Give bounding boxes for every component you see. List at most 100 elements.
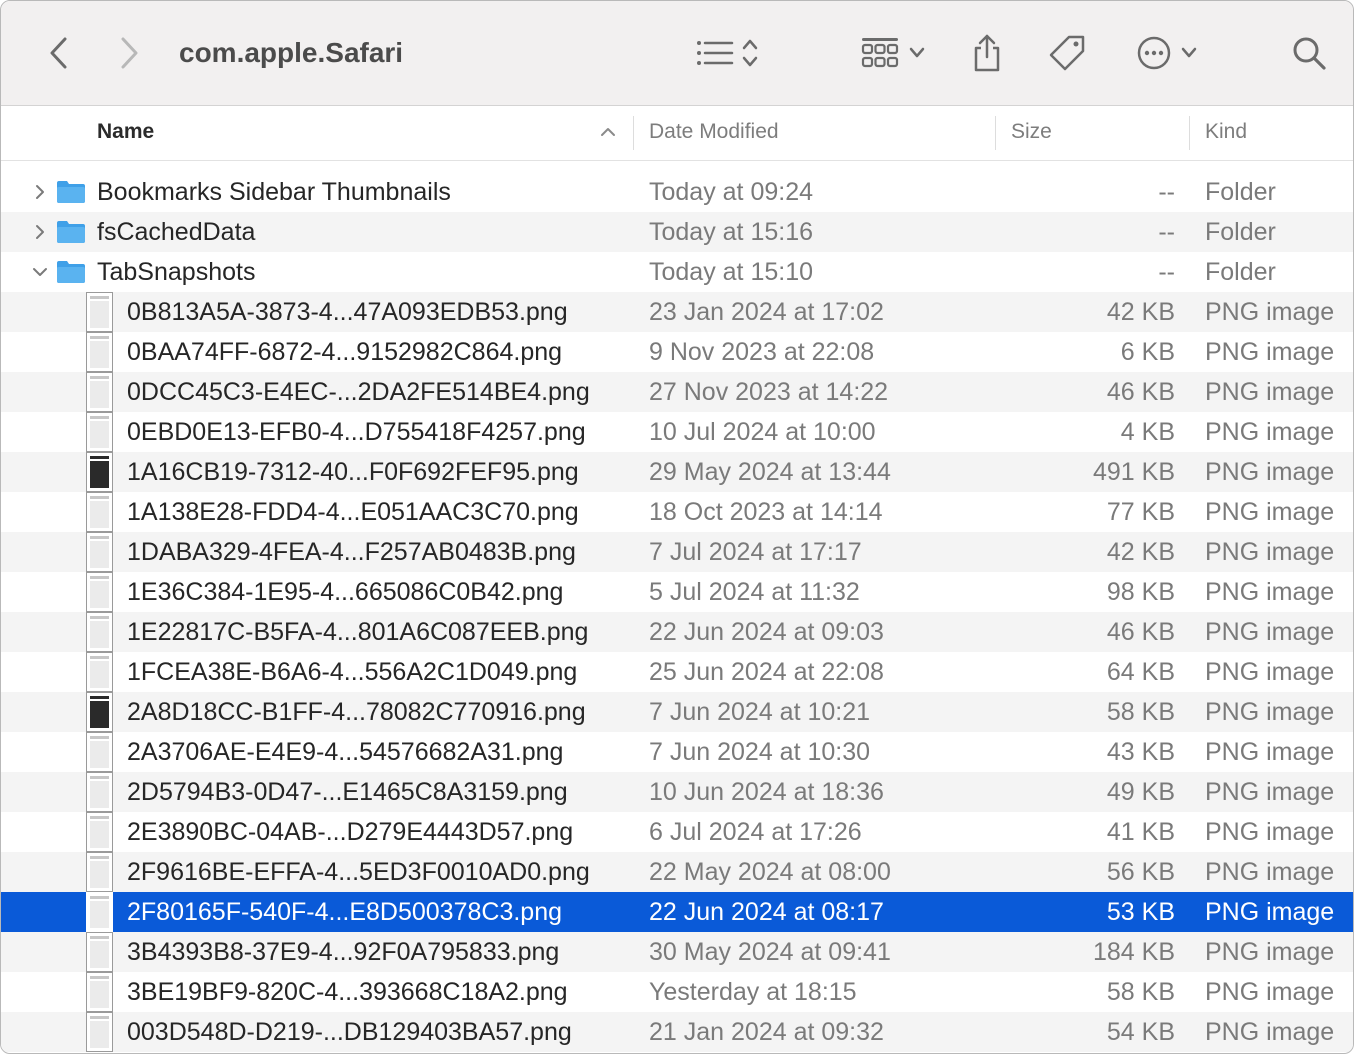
thumbnail-content xyxy=(90,941,109,968)
png-file-icon xyxy=(86,812,113,852)
png-file-icon xyxy=(86,532,113,572)
file-row[interactable]: 1A16CB19-7312-40...F0F692FEF95.png 29 May… xyxy=(1,452,1353,492)
file-row[interactable]: 2F80165F-540F-4...E8D500378C3.png 22 Jun … xyxy=(1,892,1353,932)
file-size: 98 KB xyxy=(1106,578,1175,606)
file-row[interactable]: 1DABA329-4FEA-4...F257AB0483B.png 7 Jul 2… xyxy=(1,532,1353,572)
file-name: 0EBD0E13-EFB0-4...D755418F4257.png xyxy=(127,418,586,446)
file-row[interactable]: 1E36C384-1E95-4...665086C0B42.png 5 Jul 2… xyxy=(1,572,1353,612)
png-file-icon xyxy=(86,612,113,652)
file-kind: PNG image xyxy=(1205,738,1335,766)
date-modified: Yesterday at 18:15 xyxy=(649,978,857,1006)
tag-button[interactable] xyxy=(1043,27,1091,79)
file-row[interactable]: 0B813A5A-3873-4...47A093EDB53.png 23 Jan … xyxy=(1,292,1353,332)
disclosure-collapsed-icon[interactable] xyxy=(30,212,50,252)
file-kind: PNG image xyxy=(1205,538,1335,566)
file-row[interactable]: 0EBD0E13-EFB0-4...D755418F4257.png 10 Jul… xyxy=(1,412,1353,452)
more-actions-button[interactable] xyxy=(1129,27,1205,79)
file-row[interactable]: 3B4393B8-37E9-4...92F0A795833.png 30 May … xyxy=(1,932,1353,972)
column-divider[interactable] xyxy=(1189,116,1190,150)
folder-row[interactable]: fsCachedData Today at 15:16 -- Folder xyxy=(1,212,1353,252)
thumbnail-toolbar xyxy=(90,656,109,659)
column-header-kind[interactable]: Kind xyxy=(1205,106,1247,160)
file-row[interactable]: 1A138E28-FDD4-4...E051AAC3C70.png 18 Oct … xyxy=(1,492,1353,532)
file-name: 2F9616BE-EFFA-4...5ED3F0010AD0.png xyxy=(127,858,590,886)
png-file-icon xyxy=(86,292,113,332)
date-modified: 22 Jun 2024 at 09:03 xyxy=(649,618,884,646)
png-file-icon xyxy=(86,892,113,932)
folder-row[interactable]: Bookmarks Sidebar Thumbnails Today at 09:… xyxy=(1,172,1353,212)
share-button[interactable] xyxy=(965,27,1009,79)
file-kind: PNG image xyxy=(1205,978,1335,1006)
png-file-icon xyxy=(86,372,113,412)
file-row[interactable]: 2A8D18CC-B1FF-4...78082C770916.png 7 Jun … xyxy=(1,692,1353,732)
file-name: 003D548D-D219-...DB129403BA57.png xyxy=(127,1018,572,1046)
share-icon xyxy=(974,34,1000,72)
grid-view-icon xyxy=(861,38,899,68)
png-file-icon xyxy=(86,572,113,612)
file-size: 43 KB xyxy=(1106,738,1175,766)
file-name: 2D5794B3-0D47-...E1465C8A3159.png xyxy=(127,778,568,806)
file-kind: PNG image xyxy=(1205,658,1335,686)
back-button[interactable] xyxy=(39,27,79,79)
file-name: 1A16CB19-7312-40...F0F692FEF95.png xyxy=(127,458,579,486)
window-title: com.apple.Safari xyxy=(179,37,404,68)
date-modified: 6 Jul 2024 at 17:26 xyxy=(649,818,862,846)
date-modified: 22 May 2024 at 08:00 xyxy=(649,858,891,886)
png-file-icon xyxy=(86,692,113,732)
date-modified: 25 Jun 2024 at 22:08 xyxy=(649,658,884,686)
file-row[interactable]: 1E22817C-B5FA-4...801A6C087EEB.png 22 Jun… xyxy=(1,612,1353,652)
date-modified: Today at 15:16 xyxy=(649,218,814,246)
file-size: -- xyxy=(1158,258,1175,286)
file-name: 1E22817C-B5FA-4...801A6C087EEB.png xyxy=(127,618,589,646)
file-kind: PNG image xyxy=(1205,338,1335,366)
file-row[interactable]: 2A3706AE-E4E9-4...54576682A31.png 7 Jun 2… xyxy=(1,732,1353,772)
file-row[interactable]: 0DCC45C3-E4EC-...2DA2FE514BE4.png 27 Nov … xyxy=(1,372,1353,412)
thumbnail-toolbar xyxy=(90,416,109,419)
folder-row[interactable]: TabSnapshots Today at 15:10 -- Folder xyxy=(1,252,1353,292)
file-kind: Folder xyxy=(1205,218,1276,246)
column-divider[interactable] xyxy=(633,116,634,150)
tag-icon xyxy=(1049,35,1085,71)
file-list: Bookmarks Sidebar Thumbnails Today at 09:… xyxy=(1,172,1353,1052)
file-row[interactable]: 2F9616BE-EFFA-4...5ED3F0010AD0.png 22 May… xyxy=(1,852,1353,892)
file-size: 4 KB xyxy=(1120,418,1175,446)
file-kind: PNG image xyxy=(1205,858,1335,886)
file-name: 3B4393B8-37E9-4...92F0A795833.png xyxy=(127,938,560,966)
column-header-size[interactable]: Size xyxy=(1011,106,1052,160)
thumbnail-content xyxy=(90,581,109,608)
file-name: 1A138E28-FDD4-4...E051AAC3C70.png xyxy=(127,498,579,526)
forward-button[interactable] xyxy=(109,27,149,79)
thumbnail-toolbar xyxy=(90,536,109,539)
list-view-icon xyxy=(697,41,734,65)
file-name: fsCachedData xyxy=(97,218,256,246)
column-divider[interactable] xyxy=(995,116,996,150)
file-row[interactable]: 003D548D-D219-...DB129403BA57.png 21 Jan … xyxy=(1,1012,1353,1052)
file-row[interactable]: 1FCEA38E-B6A6-4...556A2C1D049.png 25 Jun … xyxy=(1,652,1353,692)
thumbnail-toolbar xyxy=(90,896,109,899)
file-kind: PNG image xyxy=(1205,498,1335,526)
file-size: 42 KB xyxy=(1106,538,1175,566)
file-kind: PNG image xyxy=(1205,938,1335,966)
file-row[interactable]: 3BE19BF9-820C-4...393668C18A2.png Yesterd… xyxy=(1,972,1353,1012)
group-button[interactable] xyxy=(853,27,933,79)
file-row[interactable]: 0BAA74FF-6872-4...9152982C864.png 9 Nov 2… xyxy=(1,332,1353,372)
column-header-name[interactable]: Name xyxy=(97,106,154,160)
search-button[interactable] xyxy=(1287,27,1331,79)
file-row[interactable]: 2D5794B3-0D47-...E1465C8A3159.png 10 Jun … xyxy=(1,772,1353,812)
file-kind: Folder xyxy=(1205,178,1276,206)
thumbnail-toolbar xyxy=(90,456,109,459)
file-name: 0DCC45C3-E4EC-...2DA2FE514BE4.png xyxy=(127,378,590,406)
file-name: 2A8D18CC-B1FF-4...78082C770916.png xyxy=(127,698,586,726)
disclosure-expanded-icon[interactable] xyxy=(30,252,50,292)
view-options-button[interactable] xyxy=(687,27,767,79)
file-row[interactable]: 2E3890BC-04AB-...D279E4443D57.png 6 Jul 2… xyxy=(1,812,1353,852)
chevron-left-icon xyxy=(50,37,67,69)
column-header-date[interactable]: Date Modified xyxy=(649,106,779,160)
sort-ascending-icon xyxy=(601,128,615,136)
thumbnail-toolbar xyxy=(90,776,109,779)
file-name: TabSnapshots xyxy=(97,258,256,286)
date-modified: 29 May 2024 at 13:44 xyxy=(649,458,891,486)
chevron-right-icon xyxy=(121,37,138,69)
file-size: 41 KB xyxy=(1106,818,1175,846)
disclosure-collapsed-icon[interactable] xyxy=(30,172,50,212)
